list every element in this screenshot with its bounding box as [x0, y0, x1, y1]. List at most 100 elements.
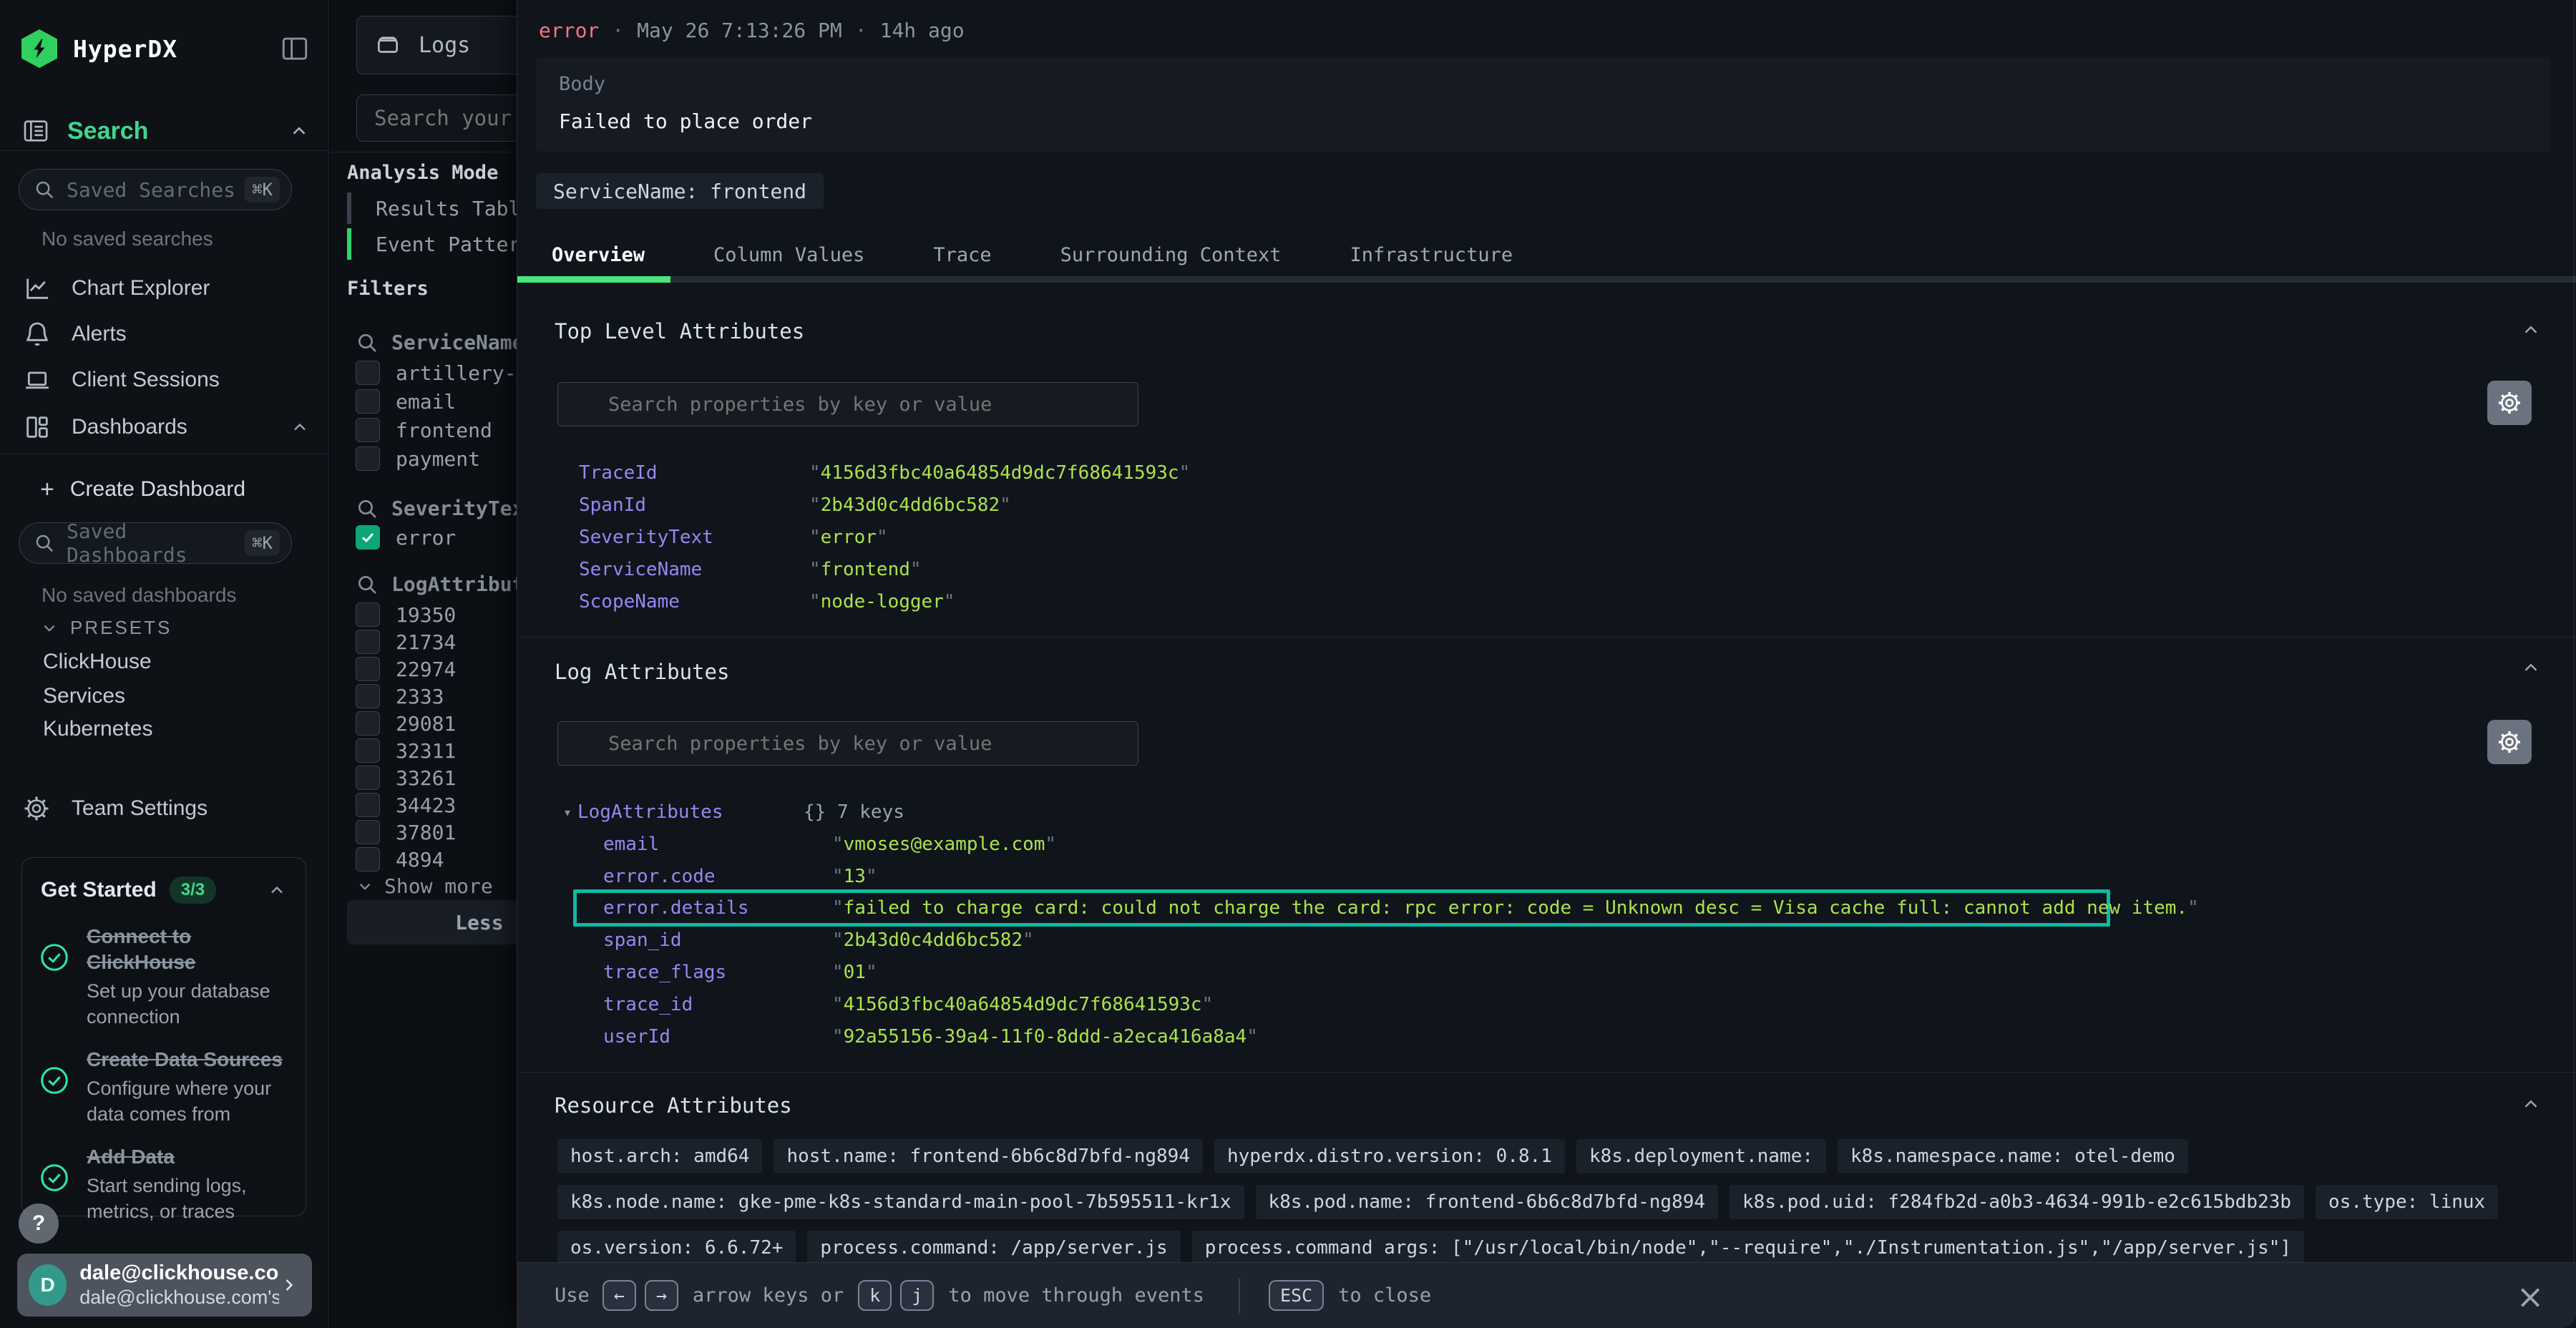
attribute-value[interactable]: 13: [832, 866, 877, 887]
attribute-value[interactable]: error: [809, 527, 888, 548]
get-started-item[interactable]: Add Data Start sending logs, metrics, or…: [22, 1131, 306, 1229]
filter-group-servicename[interactable]: ServiceName: [356, 331, 524, 354]
scrollbar-track[interactable]: [2573, 0, 2575, 1262]
checkbox[interactable]: [356, 820, 380, 844]
attribute-key[interactable]: error.code: [603, 866, 832, 887]
filter-option[interactable]: payment: [356, 446, 480, 471]
filter-option[interactable]: email: [356, 389, 456, 414]
sidebar-item-alerts[interactable]: Alerts: [0, 312, 328, 356]
attribute-value[interactable]: frontend: [809, 559, 922, 580]
filter-option[interactable]: 32311: [356, 738, 456, 763]
checkbox[interactable]: [356, 793, 380, 817]
attribute-value[interactable]: 01: [832, 962, 877, 983]
tab-column-values[interactable]: Column Values: [713, 244, 864, 266]
attribute-key[interactable]: trace_flags: [603, 962, 832, 983]
attribute-key[interactable]: LogAttributes: [577, 801, 804, 823]
attribute-key[interactable]: ScopeName: [579, 591, 809, 612]
chevron-up-icon[interactable]: [267, 880, 287, 900]
checkbox[interactable]: [356, 766, 380, 790]
tab-overview[interactable]: Overview: [552, 244, 645, 266]
attribute-row[interactable]: emailvmoses@example.com: [557, 828, 2526, 860]
checkbox[interactable]: [356, 847, 380, 872]
show-more-button[interactable]: Show more: [356, 874, 493, 898]
filter-option[interactable]: frontend: [356, 418, 492, 442]
attribute-key[interactable]: error.details: [603, 897, 832, 919]
chevron-up-icon[interactable]: [2520, 657, 2542, 678]
filter-option[interactable]: 29081: [356, 711, 456, 736]
get-started-header[interactable]: Get Started 3/3: [22, 858, 306, 911]
attribute-row[interactable]: span_id2b43d0c4dd6bc582: [557, 924, 2526, 956]
attribute-value[interactable]: 2b43d0c4dd6bc582: [832, 929, 1034, 951]
log-attributes-search-input[interactable]: [557, 721, 1138, 766]
resource-tag[interactable]: host.name: frontend-6b6c8d7bfd-ng894: [774, 1139, 1203, 1173]
filter-option[interactable]: 21734: [356, 630, 456, 654]
checkbox[interactable]: [356, 446, 380, 471]
tab-surrounding-context[interactable]: Surrounding Context: [1060, 244, 1282, 266]
resource-tag[interactable]: k8s.pod.uid: f284fb2d-a0b3-4634-991b-e2c…: [1729, 1185, 2304, 1219]
chevron-up-icon[interactable]: [288, 120, 310, 142]
resource-tag[interactable]: process.command: /app/server.js: [807, 1231, 1180, 1265]
resource-tag[interactable]: k8s.deployment.name:: [1576, 1139, 1826, 1173]
sidebar-item-client-sessions[interactable]: Client Sessions: [0, 358, 328, 402]
checkbox[interactable]: [356, 738, 380, 763]
create-dashboard-button[interactable]: + Create Dashboard: [0, 469, 328, 509]
preset-clickhouse[interactable]: ClickHouse: [43, 650, 152, 674]
gear-icon[interactable]: [2487, 381, 2532, 425]
get-started-item[interactable]: Create Data Sources Configure where your…: [22, 1034, 306, 1131]
gear-icon[interactable]: [2487, 720, 2532, 764]
saved-searches-input[interactable]: Saved Searches ⌘K: [19, 169, 292, 210]
chevron-up-icon[interactable]: [2520, 1093, 2542, 1115]
filter-option-error[interactable]: error: [356, 525, 456, 550]
filter-option[interactable]: 19350: [356, 602, 456, 627]
help-button[interactable]: ?: [19, 1204, 59, 1244]
caret-down-icon[interactable]: ▾: [563, 804, 577, 821]
preset-services[interactable]: Services: [43, 684, 125, 708]
attribute-key[interactable]: SpanId: [579, 494, 809, 516]
checkbox-checked[interactable]: [356, 525, 380, 550]
attribute-value[interactable]: 4156d3fbc40a64854d9dc7f68641593c: [809, 462, 1190, 484]
attribute-row[interactable]: userId92a55156-39a4-11f0-8ddd-a2eca416a8…: [557, 1020, 2526, 1053]
checkbox[interactable]: [356, 657, 380, 681]
top-level-search-input[interactable]: [557, 382, 1138, 426]
attribute-value[interactable]: node-logger: [809, 591, 955, 612]
saved-dashboards-input[interactable]: Saved Dashboards ⌘K: [19, 522, 292, 564]
sidebar-item-chart-explorer[interactable]: Chart Explorer: [0, 266, 328, 311]
attribute-row[interactable]: TraceId4156d3fbc40a64854d9dc7f68641593c: [557, 456, 2526, 489]
checkbox[interactable]: [356, 361, 380, 385]
filter-option[interactable]: 22974: [356, 657, 456, 681]
filter-option[interactable]: 33261: [356, 766, 456, 790]
attribute-row[interactable]: ScopeNamenode-logger: [557, 585, 2526, 617]
resource-tag[interactable]: os.type: linux: [2316, 1185, 2498, 1219]
attribute-row[interactable]: trace_flags01: [557, 956, 2526, 988]
resource-tag[interactable]: k8s.pod.name: frontend-6b6c8d7bfd-ng894: [1256, 1185, 1718, 1219]
resource-tag[interactable]: hyperdx.distro.version: 0.8.1: [1214, 1139, 1565, 1173]
chevron-up-icon[interactable]: [2520, 319, 2542, 341]
resource-tag[interactable]: host.arch: amd64: [557, 1139, 762, 1173]
presets-toggle[interactable]: PRESETS: [40, 617, 172, 639]
attribute-key[interactable]: userId: [603, 1026, 832, 1048]
attribute-row[interactable]: SeverityTexterror: [557, 521, 2526, 553]
attribute-row[interactable]: error.code13: [557, 860, 2526, 892]
tab-trace[interactable]: Trace: [933, 244, 991, 266]
attribute-key[interactable]: ServiceName: [579, 559, 809, 580]
team-settings-button[interactable]: Team Settings: [0, 788, 328, 829]
filter-option[interactable]: 37801: [356, 820, 456, 844]
get-started-item[interactable]: Connect to ClickHouse Set up your databa…: [22, 911, 306, 1034]
attribute-key[interactable]: email: [603, 834, 832, 855]
sidebar-section-search[interactable]: Search: [21, 113, 310, 149]
attribute-value[interactable]: 92a55156-39a4-11f0-8ddd-a2eca416a8a4: [832, 1026, 1258, 1048]
service-name-tag[interactable]: ServiceName: frontend: [536, 173, 824, 209]
resource-tag[interactable]: os.version: 6.6.72+: [557, 1231, 796, 1265]
tab-infrastructure[interactable]: Infrastructure: [1350, 244, 1513, 266]
checkbox[interactable]: [356, 630, 380, 654]
attribute-value[interactable]: 4156d3fbc40a64854d9dc7f68641593c: [832, 994, 1213, 1015]
close-icon[interactable]: ×: [2509, 1275, 2552, 1318]
checkbox[interactable]: [356, 418, 380, 442]
resource-tag[interactable]: k8s.node.name: gke-pme-k8s-standard-main…: [557, 1185, 1244, 1219]
attribute-key[interactable]: TraceId: [579, 462, 809, 484]
checkbox[interactable]: [356, 602, 380, 627]
attribute-row[interactable]: ServiceNamefrontend: [557, 553, 2526, 585]
resource-tag[interactable]: process.command args: ["/usr/local/bin/n…: [1192, 1231, 2304, 1265]
resource-tag[interactable]: k8s.namespace.name: otel-demo: [1838, 1139, 2188, 1173]
attribute-row[interactable]: SpanId2b43d0c4dd6bc582: [557, 489, 2526, 521]
